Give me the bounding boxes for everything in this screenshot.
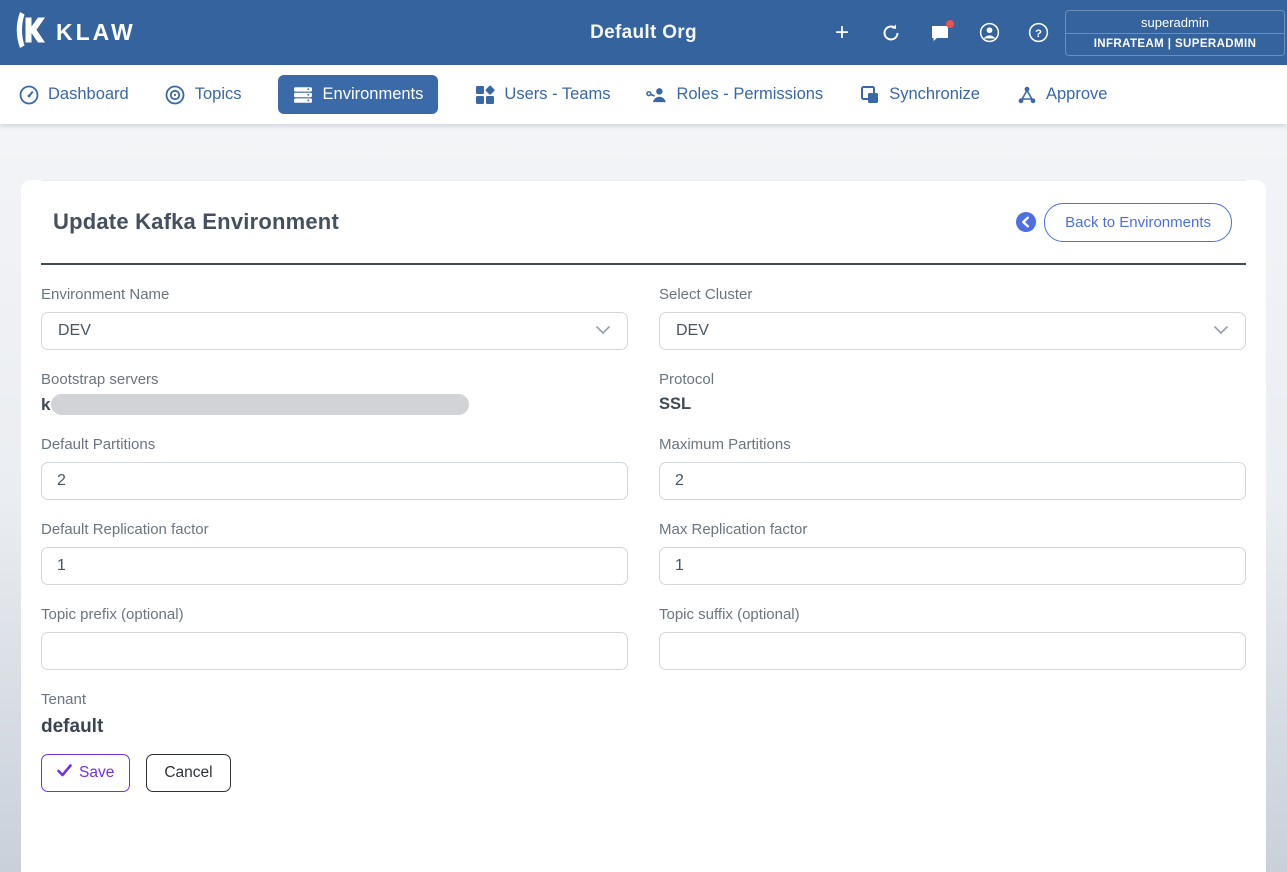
maximum-partitions-label: Maximum Partitions (659, 436, 1246, 453)
topic-suffix-field: Topic suffix (optional) (659, 606, 1246, 670)
nav-item-label: Approve (1046, 85, 1107, 104)
topic-prefix-field: Topic prefix (optional) (41, 606, 628, 670)
bootstrap-servers-value: k (41, 394, 628, 415)
help-icon[interactable]: ? (1027, 22, 1049, 44)
nav-item-label: Roles - Permissions (676, 85, 823, 104)
default-replication-input[interactable] (41, 547, 628, 585)
tenant-label: Tenant (41, 691, 628, 708)
nav-item-users-teams[interactable]: Users - Teams (474, 84, 610, 105)
maximum-partitions-field: Maximum Partitions (659, 436, 1246, 500)
environment-name-field: Environment Name DEV (41, 286, 628, 350)
nav-item-roles-permissions[interactable]: Roles - Permissions (646, 84, 823, 105)
dashboard-icon (18, 84, 39, 105)
save-button-label: Save (79, 764, 114, 782)
page-title: Update Kafka Environment (53, 209, 339, 235)
protocol-value: SSL (659, 395, 1246, 414)
default-replication-label: Default Replication factor (41, 521, 628, 538)
cancel-button[interactable]: Cancel (146, 754, 230, 792)
user-panel[interactable]: superadmin INFRATEAM | SUPERADMIN (1065, 10, 1285, 56)
roles-permissions-icon (646, 84, 667, 105)
nav-item-approve[interactable]: Approve (1016, 84, 1107, 105)
brand-name: KLAW (56, 19, 136, 46)
app-header: KLAW Default Org + ? (0, 0, 1287, 65)
org-title: Default Org (590, 22, 697, 44)
klaw-logo-icon (12, 11, 46, 54)
environment-name-select[interactable]: DEV (41, 312, 628, 350)
environment-name-value: DEV (58, 322, 91, 340)
topic-suffix-label: Topic suffix (optional) (659, 606, 1246, 623)
select-cluster-select[interactable]: DEV (659, 312, 1246, 350)
redaction-bar (51, 394, 469, 415)
notification-badge (946, 20, 954, 28)
max-replication-label: Max Replication factor (659, 521, 1246, 538)
update-environment-card: Update Kafka Environment Back to Environ… (21, 180, 1266, 872)
arrow-left-circle-icon[interactable] (1016, 212, 1036, 232)
topic-prefix-label: Topic prefix (optional) (41, 606, 628, 623)
topic-prefix-input[interactable] (41, 632, 628, 670)
environment-form: Environment Name DEV Select Cluster DEV (41, 265, 1246, 738)
refresh-icon[interactable] (880, 22, 902, 44)
nav-item-environments[interactable]: Environments (278, 75, 439, 114)
save-button[interactable]: Save (41, 754, 130, 792)
nav-item-topics[interactable]: Topics (165, 84, 242, 105)
topics-icon (165, 84, 186, 105)
bootstrap-servers-field: Bootstrap servers k (41, 371, 628, 415)
nav-item-dashboard[interactable]: Dashboard (18, 84, 129, 105)
protocol-field: Protocol SSL (659, 371, 1246, 415)
approve-icon (1016, 84, 1037, 105)
nav-item-label: Environments (323, 85, 424, 104)
max-replication-input[interactable] (659, 547, 1246, 585)
tenant-field: Tenant default (41, 691, 628, 738)
chat-icon[interactable] (929, 22, 951, 44)
page-background: Update Kafka Environment Back to Environ… (0, 124, 1287, 872)
topic-suffix-input[interactable] (659, 632, 1246, 670)
synchronize-icon (859, 84, 880, 105)
header-actions: + ? (831, 22, 1049, 44)
select-cluster-field: Select Cluster DEV (659, 286, 1246, 350)
default-partitions-field: Default Partitions (41, 436, 628, 500)
back-wrap: Back to Environments (1016, 203, 1232, 242)
bootstrap-servers-visible-text: k (41, 395, 50, 415)
nav-item-label: Dashboard (48, 85, 129, 104)
environments-icon (293, 84, 314, 105)
main-nav: Dashboard Topics Environments (0, 65, 1287, 124)
default-partitions-label: Default Partitions (41, 436, 628, 453)
default-replication-field: Default Replication factor (41, 521, 628, 585)
users-teams-icon (474, 84, 495, 105)
nav-item-synchronize[interactable]: Synchronize (859, 84, 980, 105)
back-to-environments-button[interactable]: Back to Environments (1044, 203, 1232, 242)
spacer (659, 670, 1246, 738)
form-actions: Save Cancel (41, 754, 1246, 792)
check-icon (57, 764, 72, 782)
heading-row: Update Kafka Environment Back to Environ… (41, 181, 1246, 263)
environment-name-label: Environment Name (41, 286, 628, 303)
chevron-down-icon (1213, 322, 1229, 340)
svg-text:?: ? (1035, 28, 1042, 40)
nav-item-label: Synchronize (889, 85, 980, 104)
nav-item-label: Topics (195, 85, 242, 104)
tenant-value: default (41, 716, 628, 738)
protocol-label: Protocol (659, 371, 1246, 388)
username: superadmin (1066, 11, 1284, 33)
nav-item-label: Users - Teams (504, 85, 610, 104)
brand[interactable]: KLAW (12, 11, 136, 54)
select-cluster-label: Select Cluster (659, 286, 1246, 303)
user-icon[interactable] (978, 22, 1000, 44)
default-partitions-input[interactable] (41, 462, 628, 500)
select-cluster-value: DEV (676, 322, 709, 340)
max-replication-field: Max Replication factor (659, 521, 1246, 585)
chevron-down-icon (595, 322, 611, 340)
plus-icon[interactable]: + (831, 22, 853, 44)
team-role: INFRATEAM | SUPERADMIN (1066, 33, 1284, 55)
maximum-partitions-input[interactable] (659, 462, 1246, 500)
bootstrap-servers-label: Bootstrap servers (41, 371, 628, 388)
